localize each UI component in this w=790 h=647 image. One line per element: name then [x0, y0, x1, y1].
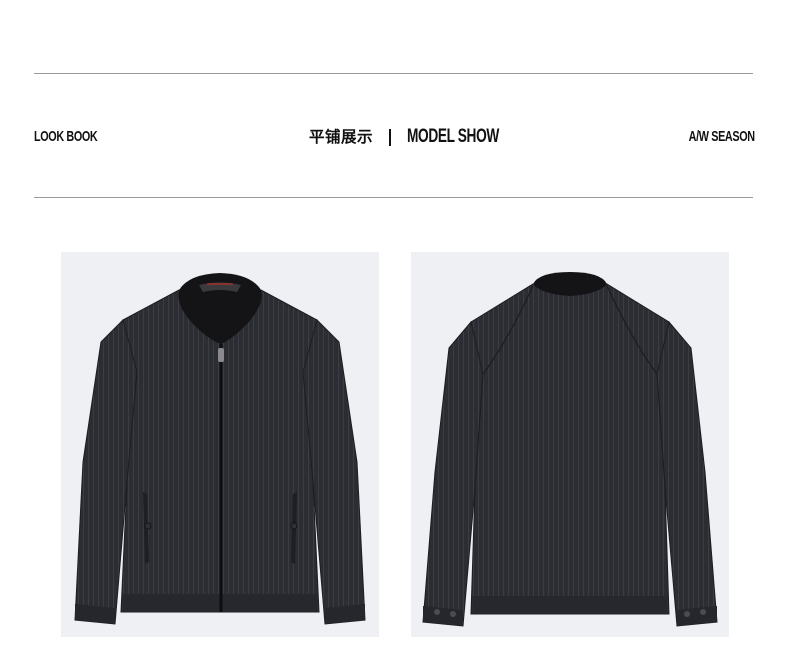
section-title-cn: 平铺展示: [309, 128, 374, 146]
bottom-divider-line: [34, 197, 753, 198]
jacket-back-image: [422, 272, 718, 627]
jacket-front-photo: [61, 252, 379, 637]
jacket-back-photo: [411, 252, 729, 637]
season-label: A/W SEASON: [688, 128, 755, 145]
section-header: LOOK BOOK 平铺展示 MODEL SHOW A/W SEASON: [0, 124, 790, 150]
look-book-label: LOOK BOOK: [34, 128, 98, 145]
section-title: 平铺展示 MODEL SHOW: [309, 124, 535, 150]
section-title-en: MODEL SHOW: [407, 126, 499, 147]
jacket-front-image: [74, 273, 366, 625]
top-divider-line: [34, 73, 753, 74]
title-divider: [389, 128, 392, 146]
